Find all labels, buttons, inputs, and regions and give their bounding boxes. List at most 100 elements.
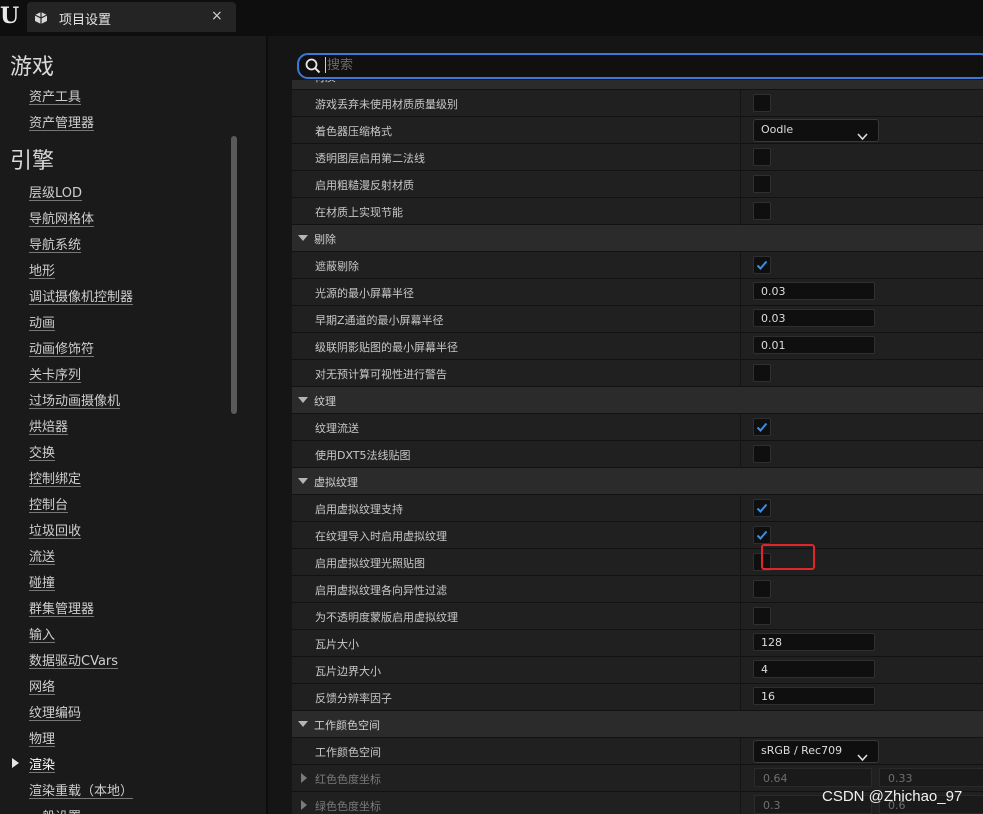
sidebar-scrollbar[interactable] xyxy=(231,136,237,414)
section-header[interactable]: 剔除 xyxy=(292,225,983,252)
sidebar-item[interactable]: 导航系统 xyxy=(29,234,81,253)
category-engine[interactable]: 引擎 xyxy=(10,143,54,175)
column-splitter[interactable] xyxy=(740,522,741,549)
close-icon[interactable]: × xyxy=(211,8,223,24)
checkbox-checked[interactable] xyxy=(753,526,771,544)
column-splitter[interactable] xyxy=(740,441,741,468)
sidebar-item[interactable]: 网络 xyxy=(29,676,55,695)
checkbox[interactable] xyxy=(753,202,771,220)
collapsed-arrow-icon[interactable] xyxy=(301,800,307,810)
property-label: 为不透明度蒙版启用虚拟纹理 xyxy=(315,611,458,624)
expand-arrow-icon[interactable] xyxy=(298,478,308,484)
dropdown-select[interactable]: Oodle xyxy=(753,119,879,142)
checkbox[interactable] xyxy=(753,148,771,166)
coordinate-field[interactable]: 0.64 xyxy=(754,768,872,787)
sidebar-item[interactable]: 烘焙器 xyxy=(29,416,68,435)
column-splitter[interactable] xyxy=(740,792,741,814)
column-splitter[interactable] xyxy=(740,252,741,279)
sidebar-item[interactable]: 输入 xyxy=(29,624,55,643)
unreal-logo-icon[interactable]: U xyxy=(0,4,22,28)
sidebar-item[interactable]: 动画修饰符 xyxy=(29,338,94,357)
dropdown-select[interactable]: sRGB / Rec709 xyxy=(753,740,879,763)
checkbox[interactable] xyxy=(753,607,771,625)
property-row: 对无预计算可视性进行警告 xyxy=(292,360,983,387)
checkbox[interactable] xyxy=(753,94,771,112)
sidebar-item[interactable]: 层级LOD xyxy=(29,182,82,201)
section-header[interactable]: 工作颜色空间 xyxy=(292,711,983,738)
sidebar-item[interactable]: 一般设置 xyxy=(29,806,81,814)
sidebar-item[interactable]: 过场动画摄像机 xyxy=(29,390,120,409)
sidebar-item[interactable]: 群集管理器 xyxy=(29,598,94,617)
sidebar-item[interactable]: 控制台 xyxy=(29,494,68,513)
checkbox[interactable] xyxy=(753,580,771,598)
column-splitter[interactable] xyxy=(740,306,741,333)
sidebar-item[interactable]: 渲染重载（本地） xyxy=(29,780,133,799)
sidebar-item[interactable]: 控制绑定 xyxy=(29,468,81,487)
coordinate-field[interactable]: 0.33 xyxy=(879,768,983,787)
sidebar-item[interactable]: 垃圾回收 xyxy=(29,520,81,539)
section-header[interactable]: 材质 xyxy=(292,80,983,90)
sidebar-item[interactable]: 调试摄像机控制器 xyxy=(29,286,133,305)
number-input[interactable]: 0.01 xyxy=(753,336,875,354)
category-game[interactable]: 游戏 xyxy=(10,49,54,81)
property-label: 启用虚拟纹理支持 xyxy=(315,503,403,516)
column-splitter[interactable] xyxy=(740,90,741,117)
property-row: 反馈分辨率因子 16 xyxy=(292,684,983,711)
expand-arrow-icon[interactable] xyxy=(298,397,308,403)
collapsed-arrow-icon[interactable] xyxy=(301,773,307,783)
column-splitter[interactable] xyxy=(740,630,741,657)
sidebar-item[interactable]: 纹理编码 xyxy=(29,702,81,721)
number-input[interactable]: 16 xyxy=(753,687,875,705)
sidebar-item[interactable]: 物理 xyxy=(29,728,55,747)
sidebar-item[interactable]: 动画 xyxy=(29,312,55,331)
settings-cube-icon xyxy=(33,10,49,24)
checkbox[interactable] xyxy=(753,445,771,463)
column-splitter[interactable] xyxy=(740,198,741,225)
column-splitter[interactable] xyxy=(740,333,741,360)
column-splitter[interactable] xyxy=(740,657,741,684)
expand-arrow-icon[interactable] xyxy=(298,235,308,241)
property-label: 在纹理导入时启用虚拟纹理 xyxy=(315,530,447,543)
sidebar-item[interactable]: 数据驱动CVars xyxy=(29,650,118,669)
column-splitter[interactable] xyxy=(740,144,741,171)
sidebar-item[interactable]: 碰撞 xyxy=(29,572,55,591)
search-box[interactable] xyxy=(297,53,983,79)
checkbox-checked[interactable] xyxy=(753,256,771,274)
column-splitter[interactable] xyxy=(740,171,741,198)
property-row: 在纹理导入时启用虚拟纹理 xyxy=(292,522,983,549)
checkbox[interactable] xyxy=(753,175,771,193)
property-label: 瓦片大小 xyxy=(315,638,359,651)
sidebar-item[interactable]: 资产管理器 xyxy=(29,112,94,131)
sidebar-item[interactable]: 流送 xyxy=(29,546,55,565)
column-splitter[interactable] xyxy=(740,495,741,522)
column-splitter[interactable] xyxy=(740,603,741,630)
checkbox[interactable] xyxy=(753,364,771,382)
column-splitter[interactable] xyxy=(740,279,741,306)
column-splitter[interactable] xyxy=(740,360,741,387)
column-splitter[interactable] xyxy=(740,117,741,144)
search-input[interactable] xyxy=(327,56,967,74)
sidebar-item[interactable]: 资产工具 xyxy=(29,86,81,105)
sidebar-item[interactable]: 导航网格体 xyxy=(29,208,94,227)
number-input[interactable]: 128 xyxy=(753,633,875,651)
sidebar-item[interactable]: 渲染 xyxy=(29,754,55,773)
expand-arrow-icon[interactable] xyxy=(298,721,308,727)
section-header[interactable]: 纹理 xyxy=(292,387,983,414)
column-splitter[interactable] xyxy=(740,684,741,711)
sidebar-item[interactable]: 交换 xyxy=(29,442,55,461)
sidebar-item[interactable]: 地形 xyxy=(29,260,55,279)
column-splitter[interactable] xyxy=(740,549,741,576)
number-input[interactable]: 4 xyxy=(753,660,875,678)
column-splitter[interactable] xyxy=(740,576,741,603)
sidebar-item[interactable]: 关卡序列 xyxy=(29,364,81,383)
section-header[interactable]: 虚拟纹理 xyxy=(292,468,983,495)
column-splitter[interactable] xyxy=(740,765,741,792)
number-input[interactable]: 0.03 xyxy=(753,309,875,327)
column-splitter[interactable] xyxy=(740,414,741,441)
number-input[interactable]: 0.03 xyxy=(753,282,875,300)
checkbox-checked[interactable] xyxy=(753,418,771,436)
chevron-down-icon xyxy=(857,747,868,766)
tab-project-settings[interactable]: 项目设置 × xyxy=(27,2,236,32)
checkbox-checked[interactable] xyxy=(753,499,771,517)
column-splitter[interactable] xyxy=(740,738,741,765)
